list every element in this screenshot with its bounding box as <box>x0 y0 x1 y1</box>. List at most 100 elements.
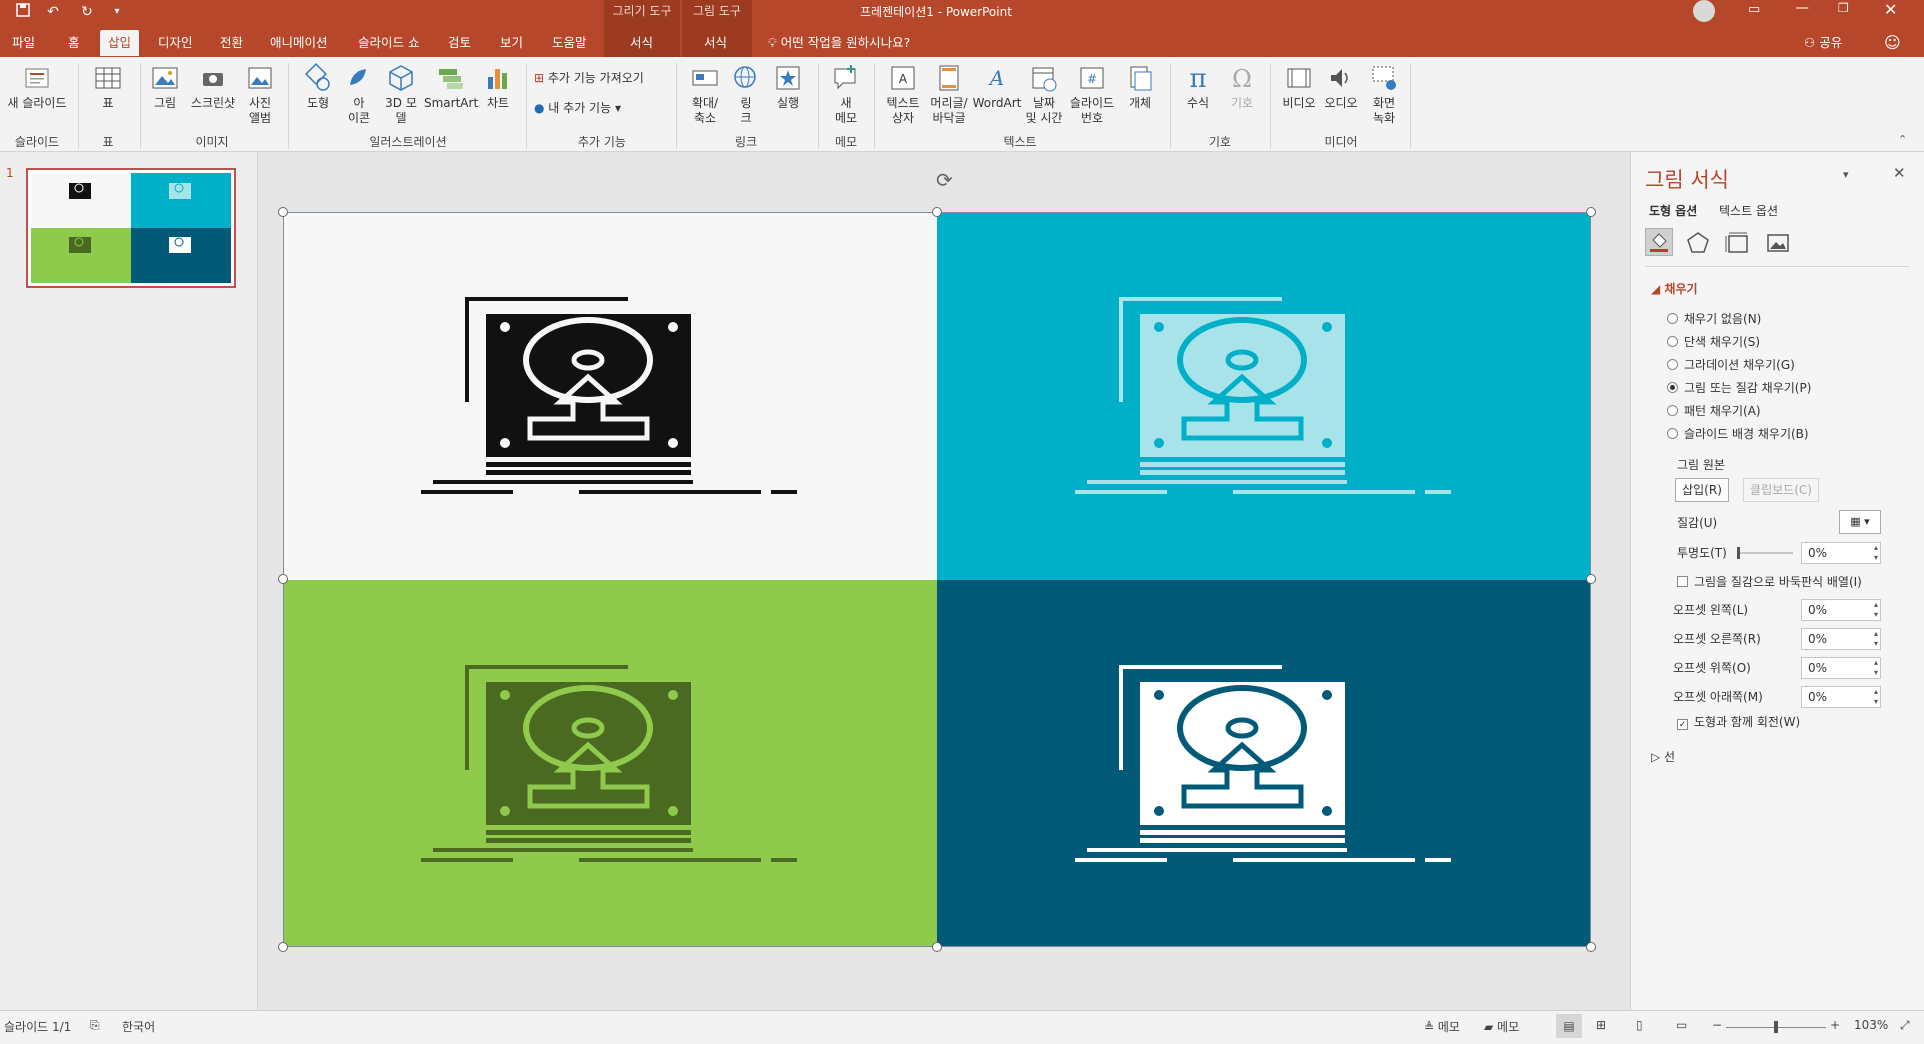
tab-slideshow[interactable]: 슬라이드 쇼 <box>350 30 427 56</box>
tile-texture-checkbox-row[interactable]: 그림을 질감으로 바둑판식 배열(I) <box>1677 572 1862 592</box>
3d-models-button[interactable]: 3D 모 델 <box>380 63 422 126</box>
textbox-button[interactable]: A 텍스트 상자 <box>880 63 926 126</box>
offset-bottom-input[interactable]: 0% ▴ ▾ <box>1801 686 1881 708</box>
smartart-button[interactable]: SmartArt <box>424 63 478 111</box>
language-indicator[interactable]: 한국어 <box>122 1018 155 1035</box>
zoom-out-icon[interactable]: − <box>1712 1018 1722 1032</box>
fill-option-no-fill[interactable]: 채우기 없음(N) <box>1667 309 1761 329</box>
tab-file[interactable]: 파일 <box>4 30 43 56</box>
wordart-button[interactable]: A WordArt <box>972 63 1022 111</box>
resize-handle-nw[interactable] <box>278 207 288 217</box>
radio-button[interactable] <box>1667 336 1678 347</box>
collapse-ribbon-icon[interactable]: ⌃ <box>1898 133 1907 146</box>
date-time-button[interactable]: 날짜 및 시간 <box>1022 63 1066 126</box>
fill-line-icon[interactable] <box>1645 228 1673 256</box>
my-addins-button[interactable]: ● 내 추가 기능 ▾ <box>534 101 670 116</box>
section-fill-header[interactable]: ◢ 채우기 <box>1651 280 1698 297</box>
resize-handle-e[interactable] <box>1586 574 1596 584</box>
checkbox-checked[interactable]: ✓ <box>1677 719 1688 730</box>
tab-format-drawing[interactable]: 서식 <box>622 30 661 56</box>
tab-animations[interactable]: 애니메이션 <box>262 30 336 56</box>
action-button[interactable]: 실행 <box>768 63 808 111</box>
spinner-arrows-icon[interactable]: ▴ ▾ <box>1874 687 1878 707</box>
video-button[interactable]: 비디오 <box>1278 63 1320 111</box>
comments-button[interactable]: ▰ 메모 <box>1484 1018 1519 1035</box>
picture-options-icon[interactable] <box>1765 230 1791 256</box>
fill-option-pattern[interactable]: 패턴 채우기(A) <box>1667 401 1761 421</box>
close-window-icon[interactable]: ✕ <box>1884 0 1897 19</box>
spinner-arrows-icon[interactable]: ▴ ▾ <box>1874 543 1878 563</box>
transparency-input[interactable]: 0% ▴ ▾ <box>1801 542 1881 564</box>
equation-button[interactable]: π 수식 <box>1176 63 1220 111</box>
screenshot-button[interactable]: 스크린샷 <box>186 63 240 111</box>
zoom-slider[interactable] <box>1726 1021 1826 1033</box>
minimize-icon[interactable]: — <box>1795 0 1809 16</box>
redo-icon[interactable]: ↻ <box>76 2 98 22</box>
share-button[interactable]: ⚇ 공유 <box>1796 30 1850 56</box>
close-pane-icon[interactable]: ✕ <box>1893 164 1906 182</box>
get-addins-button[interactable]: ⊞ 추가 기능 가져오기 <box>534 71 670 86</box>
zoom-in-icon[interactable]: + <box>1830 1018 1840 1032</box>
checkbox[interactable] <box>1677 576 1688 587</box>
screen-recording-button[interactable]: 화면 녹화 <box>1364 63 1404 126</box>
undo-icon[interactable]: ↶ <box>42 2 64 22</box>
offset-left-input[interactable]: 0% ▴ ▾ <box>1801 599 1881 621</box>
zoom-button[interactable]: 확대/ 축소 <box>684 63 726 126</box>
pictures-button[interactable]: 그림 <box>148 63 182 111</box>
zoom-percentage[interactable]: 103% <box>1854 1018 1888 1032</box>
save-icon[interactable] <box>12 2 34 22</box>
tab-transitions[interactable]: 전환 <box>212 30 251 56</box>
slide-canvas[interactable] <box>283 212 1591 947</box>
new-comment-button[interactable]: 새 메모 <box>826 63 866 126</box>
spinner-arrows-icon[interactable]: ▴ ▾ <box>1874 658 1878 678</box>
fill-option-picture-texture[interactable]: 그림 또는 질감 채우기(P) <box>1667 378 1811 398</box>
icons-button[interactable]: 아 이콘 <box>344 63 374 126</box>
resize-handle-w[interactable] <box>278 574 288 584</box>
normal-view-icon[interactable]: ▤ <box>1556 1014 1582 1038</box>
new-slide-button[interactable]: 새 슬라이드 <box>2 63 72 111</box>
fit-to-window-icon[interactable]: ⤢ <box>1900 1018 1910 1033</box>
reading-view-icon[interactable]: ▯ <box>1636 1018 1643 1032</box>
clipboard-button[interactable]: 클립보드(C) <box>1743 478 1819 502</box>
restore-icon[interactable]: ❐ <box>1838 1 1849 15</box>
slide-thumbnail-1[interactable] <box>26 168 236 288</box>
radio-button[interactable] <box>1667 405 1678 416</box>
tab-shape-options[interactable]: 도형 옵션 <box>1649 202 1697 219</box>
notes-button[interactable]: ≜ 메모 <box>1424 1018 1460 1035</box>
pane-options-dropdown-icon[interactable]: ▾ <box>1843 168 1849 181</box>
fill-option-gradient[interactable]: 그라데이션 채우기(G) <box>1667 355 1795 375</box>
resize-handle-s[interactable] <box>932 942 942 952</box>
tab-text-options[interactable]: 텍스트 옵션 <box>1719 202 1778 219</box>
tab-help[interactable]: 도움말 <box>544 30 595 56</box>
resize-handle-n[interactable] <box>932 207 942 217</box>
object-button[interactable]: 개체 <box>1120 63 1160 111</box>
slide-number-button[interactable]: # 슬라이드 번호 <box>1066 63 1118 126</box>
tab-view[interactable]: 보기 <box>492 30 531 56</box>
proofing-icon[interactable]: ⎘ <box>90 1018 100 1033</box>
audio-button[interactable]: 오디오 <box>1320 63 1362 111</box>
radio-button-selected[interactable] <box>1667 382 1678 393</box>
radio-button[interactable] <box>1667 428 1678 439</box>
resize-handle-se[interactable] <box>1586 942 1596 952</box>
transparency-slider[interactable] <box>1737 547 1793 559</box>
slide-sorter-icon[interactable]: ⊞ <box>1596 1018 1606 1032</box>
tab-review[interactable]: 검토 <box>440 30 479 56</box>
resize-handle-ne[interactable] <box>1586 207 1596 217</box>
rotate-with-shape-checkbox-row[interactable]: ✓ 도형과 함께 회전(W) <box>1677 712 1800 732</box>
effects-pentagon-icon[interactable] <box>1685 230 1711 256</box>
smiley-feedback-icon[interactable]: ☺ <box>1876 30 1909 56</box>
tab-design[interactable]: 디자인 <box>150 30 201 56</box>
slider-thumb[interactable] <box>1737 547 1740 559</box>
radio-button[interactable] <box>1667 359 1678 370</box>
slideshow-view-icon[interactable]: ▭ <box>1676 1018 1687 1032</box>
fill-option-solid[interactable]: 단색 채우기(S) <box>1667 332 1760 352</box>
rotate-handle-icon[interactable]: ⟳ <box>936 168 953 192</box>
photo-album-button[interactable]: 사진 앨범 <box>244 63 276 126</box>
tab-format-picture[interactable]: 서식 <box>696 30 735 56</box>
size-properties-icon[interactable] <box>1725 230 1751 256</box>
table-button[interactable]: 표 <box>88 63 128 111</box>
fill-option-slide-background[interactable]: 슬라이드 배경 채우기(B) <box>1667 424 1809 444</box>
spinner-arrows-icon[interactable]: ▴ ▾ <box>1874 600 1878 620</box>
resize-handle-sw[interactable] <box>278 942 288 952</box>
offset-top-input[interactable]: 0% ▴ ▾ <box>1801 657 1881 679</box>
